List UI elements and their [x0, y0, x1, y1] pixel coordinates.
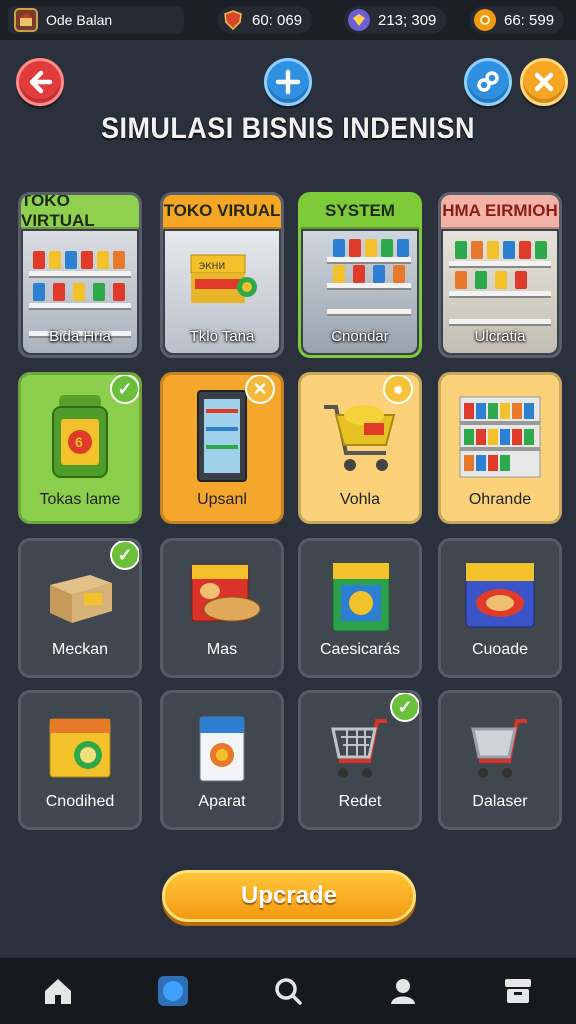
resource-coin[interactable]: 66: 599 — [470, 6, 565, 34]
shop-card-market[interactable]: HMA EIRMIOH Ulcratia — [438, 192, 562, 358]
coin-icon — [474, 9, 496, 31]
item-card-cnodihed[interactable]: Cnodihed — [18, 690, 142, 830]
inventory-icon — [505, 979, 532, 1003]
nav-circle[interactable] — [149, 967, 197, 1015]
shield-icon — [222, 9, 244, 31]
item-card-mas[interactable]: Mas — [160, 538, 284, 678]
item-card-meckan[interactable]: Meckan ✓ — [18, 538, 142, 678]
player-badge[interactable]: Ode Balan — [8, 6, 184, 34]
item-caption: Cnodihed — [45, 793, 115, 810]
resource-value: 60: 069 — [252, 11, 303, 29]
kiosk-icon: 6 — [52, 395, 108, 478]
package-icon — [332, 562, 390, 632]
resource-value: 66: 599 — [504, 11, 555, 29]
category-card-upsanl[interactable]: Upsanl ✕ — [160, 372, 284, 524]
carton-icon — [199, 716, 245, 782]
add-button[interactable] — [264, 58, 312, 106]
check-icon: ✓ — [110, 541, 139, 570]
close-badge-icon: ✕ — [245, 375, 275, 404]
item-caption: Aparat — [198, 793, 246, 810]
category-caption: Vohla — [339, 491, 381, 508]
item-card-cuoade[interactable]: Cuoade — [438, 538, 562, 678]
link-button[interactable] — [464, 58, 512, 106]
close-icon — [534, 72, 554, 92]
shop-card-viral[interactable]: TOKO VIRUAL ЭКНИ Tklo Tana — [160, 192, 284, 358]
item-card-redet[interactable]: Redet ✓ — [298, 690, 422, 830]
svg-text:ЭКНИ: ЭКНИ — [199, 262, 225, 272]
status-bar: Ode Balan 60: 069 213; 309 66: 599 — [0, 0, 576, 40]
nav-inventory[interactable] — [494, 967, 542, 1015]
shop-card-virtual[interactable]: TOKO VIRTUAL Bida Hria — [18, 192, 142, 358]
nav-profile[interactable] — [379, 967, 427, 1015]
bread-box-icon — [191, 564, 261, 622]
shelf-icon — [459, 396, 541, 478]
shop-tag: TOKO VIRUAL — [163, 195, 281, 229]
category-caption: Ohrande — [468, 491, 532, 508]
upgrade-button[interactable]: Upcrade — [162, 870, 416, 922]
fridge-icon — [197, 390, 247, 482]
player-name: Ode Balan — [46, 12, 113, 28]
box-icon — [50, 575, 112, 623]
shop-caption: Bida Hria — [49, 328, 111, 345]
back-button[interactable] — [16, 58, 64, 106]
shopping-cart-icon — [324, 405, 396, 471]
search-icon — [275, 978, 302, 1005]
category-caption: Tokas lame — [39, 491, 121, 508]
profile-icon — [391, 979, 416, 1004]
shop-avatar-icon — [14, 8, 38, 32]
badge-icon: ● — [383, 375, 413, 404]
item-caption: Caesicarás — [319, 641, 401, 658]
gem-icon — [348, 9, 370, 31]
category-caption: Upsanl — [197, 491, 247, 508]
item-card-dalaser[interactable]: Dalaser — [438, 690, 562, 830]
item-caption: Meckan — [51, 641, 109, 658]
link-icon — [477, 71, 499, 92]
cart-icon — [331, 719, 387, 778]
juice-box-icon — [49, 718, 111, 778]
svg-text:6: 6 — [75, 434, 83, 450]
shop-caption: Cnondar — [331, 328, 389, 345]
circle-icon — [157, 976, 188, 1006]
cart-icon — [471, 719, 527, 778]
category-card-vohla[interactable]: Vohla ● — [298, 372, 422, 524]
home-icon — [44, 979, 71, 1004]
plus-icon — [275, 69, 301, 95]
item-caption: Cuoade — [471, 641, 529, 658]
check-icon: ✓ — [110, 375, 139, 404]
shop-card-system[interactable]: SYSTEM Cnondar — [298, 192, 422, 358]
bottom-nav — [0, 958, 576, 1024]
item-caption: Mas — [206, 641, 238, 658]
arrow-left-icon — [29, 70, 53, 94]
check-icon: ✓ — [390, 693, 419, 722]
category-card-ohrande[interactable]: Ohrande — [438, 372, 562, 524]
shop-tag: HMA EIRMIOH — [441, 195, 559, 229]
resource-gem[interactable]: 213; 309 — [344, 6, 447, 34]
shop-caption: Tklo Tana — [189, 328, 255, 345]
nav-search[interactable] — [264, 967, 312, 1015]
close-button[interactable] — [520, 58, 568, 106]
shop-caption: Ulcratia — [474, 328, 526, 345]
shop-tag: TOKO VIRTUAL — [21, 195, 139, 230]
page-title: SIMULASI BISNIS INDENISN — [101, 112, 475, 145]
item-card-aparat[interactable]: Aparat — [160, 690, 284, 830]
resource-shield[interactable]: 60: 069 — [218, 6, 313, 34]
category-card-tokas[interactable]: 6 Tokas lame ✓ — [18, 372, 142, 524]
item-caption: Redet — [338, 793, 382, 810]
item-card-caesicaras[interactable]: Caesicarás — [298, 538, 422, 678]
shop-tag: SYSTEM — [301, 195, 419, 229]
nav-home[interactable] — [34, 967, 82, 1015]
resource-value: 213; 309 — [378, 11, 437, 29]
snack-box-icon — [465, 562, 535, 628]
item-caption: Dalaser — [472, 793, 528, 810]
